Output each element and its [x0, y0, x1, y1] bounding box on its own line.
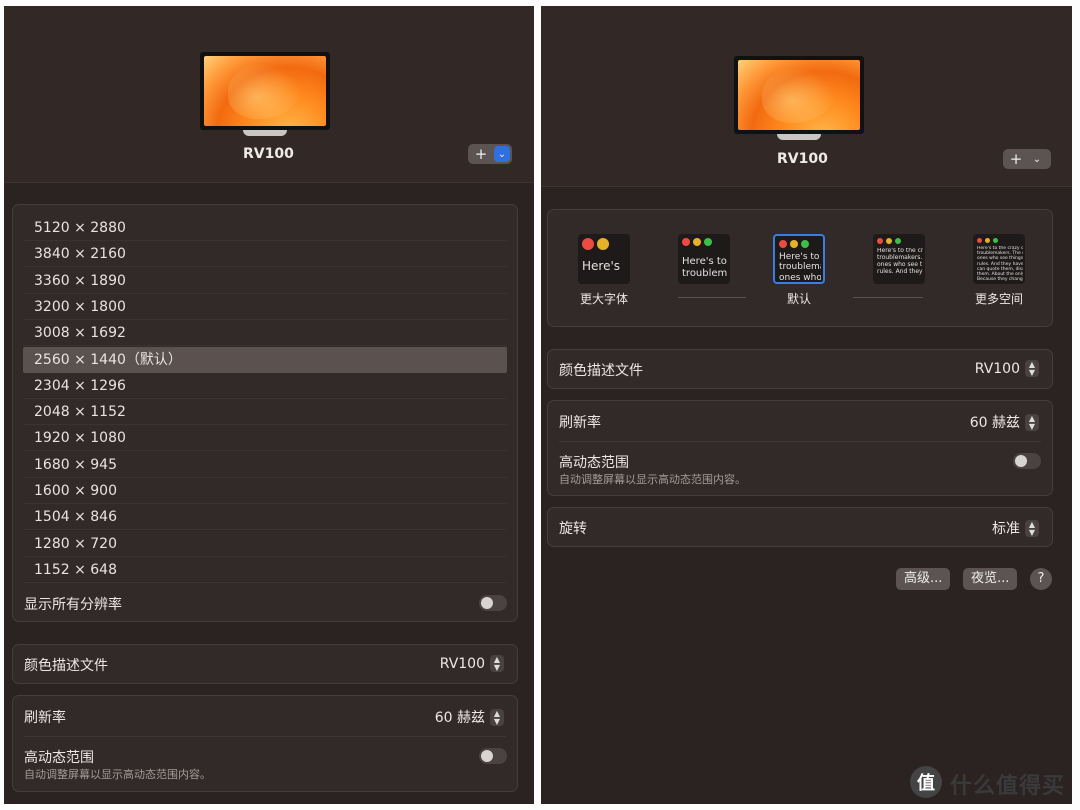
- hdr-toggle[interactable]: [1013, 453, 1041, 469]
- sample-text: Here's to troublem: [682, 256, 728, 279]
- color-profile-label: 颜色描述文件: [559, 363, 643, 379]
- resolution-option[interactable]: 3008 × 1692: [23, 320, 507, 347]
- right-display-settings-panel: RV100 + ⌄ Here's 更大字体 Here's to troublem He…: [541, 6, 1072, 804]
- up-down-chevron-icon: ▲ ▼: [490, 655, 504, 672]
- color-profile-select[interactable]: RV100 ▲ ▼: [975, 360, 1039, 377]
- hdr-description: 自动调整屏幕以显示高动态范围内容。: [24, 768, 211, 781]
- refresh-rate-select[interactable]: 60 赫兹 ▲ ▼: [435, 707, 504, 727]
- color-profile-value: RV100: [439, 655, 485, 672]
- window-controls-icon: [682, 238, 712, 246]
- color-profile-select[interactable]: RV100 ▲ ▼: [440, 655, 504, 672]
- window-controls-icon: [877, 238, 901, 244]
- scale-option[interactable]: Here's to the crazy one troublemakers. T…: [973, 234, 1025, 284]
- color-profile-row[interactable]: 颜色描述文件 RV100 ▲ ▼: [12, 644, 518, 684]
- scale-option-label: 默认: [786, 292, 811, 306]
- resolution-option[interactable]: 2304 × 1296: [23, 373, 507, 399]
- refresh-rate-value: 60 赫兹: [969, 415, 1020, 431]
- hdr-toggle[interactable]: [479, 748, 507, 764]
- display-name: RV100: [777, 151, 828, 167]
- scale-track: [853, 297, 923, 298]
- color-profile-row[interactable]: 颜色描述文件 RV100 ▲ ▼: [547, 349, 1053, 389]
- resolution-option[interactable]: 2048 × 1152: [23, 399, 507, 426]
- add-display-button[interactable]: + ⌄: [468, 144, 512, 164]
- resolution-option[interactable]: 3200 × 1800: [23, 294, 507, 320]
- monitor-stand: [777, 134, 821, 140]
- display-header: RV100 + ⌄: [541, 6, 1072, 187]
- resolution-option[interactable]: 1920 × 1080: [23, 425, 507, 452]
- refresh-hdr-card: 刷新率 60 赫兹 ▲ ▼ 高动态范围 自动调整屏幕以显示高动态范围内容。: [547, 400, 1053, 496]
- color-profile-value: RV100: [974, 360, 1020, 377]
- refresh-rate-label: 刷新率: [24, 710, 66, 726]
- up-down-chevron-icon: ▲ ▼: [1025, 360, 1039, 377]
- add-display-button[interactable]: + ⌄: [1003, 149, 1051, 169]
- scale-option[interactable]: Here's to t troublema ones who: [773, 234, 825, 284]
- up-down-chevron-icon: ▲ ▼: [490, 708, 504, 726]
- refresh-rate-select[interactable]: 60 赫兹 ▲ ▼: [970, 412, 1039, 432]
- up-down-chevron-icon: ▲ ▼: [1025, 413, 1039, 431]
- resolution-option[interactable]: 1680 × 945: [23, 452, 507, 478]
- display-name: RV100: [243, 146, 294, 162]
- resolution-option[interactable]: 1152 × 648: [23, 557, 507, 583]
- monitor-thumbnail[interactable]: [734, 56, 864, 134]
- scale-option[interactable]: Here's to the cr troublemakers. ones who…: [873, 234, 925, 284]
- night-shift-button[interactable]: 夜览...: [963, 568, 1018, 590]
- resolution-option[interactable]: 1600 × 900: [23, 478, 507, 504]
- resolution-option[interactable]: 3360 × 1890: [23, 268, 507, 294]
- divider: [559, 441, 1041, 442]
- sample-text: Here's: [582, 260, 621, 273]
- resolution-option[interactable]: 3840 × 2160: [23, 241, 507, 268]
- sample-text: Here's to t troublema ones who: [779, 252, 821, 283]
- resolution-option[interactable]: 1504 × 846: [23, 504, 507, 531]
- hdr-description: 自动调整屏幕以显示高动态范围内容。: [559, 473, 746, 486]
- advanced-button[interactable]: 高级...: [896, 568, 951, 590]
- scale-option-label: 更大字体: [579, 292, 628, 306]
- window-controls-icon: [582, 238, 609, 250]
- sample-text: Here's to the cr troublemakers. ones who…: [877, 248, 923, 275]
- scale-option-label: 更多空间: [974, 292, 1023, 306]
- scale-option[interactable]: Here's: [578, 234, 630, 284]
- show-all-resolutions-label: 显示所有分辨率: [24, 597, 122, 613]
- chevron-down-icon[interactable]: ⌄: [1029, 151, 1045, 167]
- window-controls-icon: [977, 238, 998, 243]
- plus-icon: +: [474, 145, 488, 163]
- help-button[interactable]: ?: [1030, 568, 1052, 590]
- window-controls-icon: [779, 240, 809, 248]
- sample-text: Here's to the crazy one troublemakers. T…: [977, 246, 1023, 283]
- hdr-label: 高动态范围: [24, 750, 94, 766]
- hdr-label: 高动态范围: [559, 455, 629, 471]
- scale-selector: Here's 更大字体 Here's to troublem Here's to t …: [547, 209, 1053, 327]
- rotation-row[interactable]: 旋转 标准 ▲ ▼: [547, 507, 1053, 547]
- rotation-value: 标准: [992, 521, 1020, 537]
- monitor-thumbnail[interactable]: [200, 52, 330, 130]
- display-header: RV100 + ⌄: [4, 6, 534, 183]
- divider: [24, 736, 506, 737]
- scale-option[interactable]: Here's to troublem: [678, 234, 730, 284]
- left-display-settings-panel: RV100 + ⌄ 5120 × 2880 3840 × 2160 3360 × 1…: [4, 6, 534, 804]
- refresh-rate-label: 刷新率: [559, 415, 601, 431]
- resolution-option[interactable]: 1280 × 720: [23, 531, 507, 557]
- resolution-option[interactable]: 5120 × 2880: [23, 215, 507, 241]
- resolution-list: 5120 × 2880 3840 × 2160 3360 × 1890 3200 × …: [12, 204, 518, 622]
- refresh-rate-value: 60 赫兹: [434, 710, 485, 726]
- rotation-select[interactable]: 标准 ▲ ▼: [992, 518, 1039, 538]
- show-all-resolutions-toggle[interactable]: [479, 595, 507, 611]
- scale-track: [678, 297, 746, 298]
- chevron-down-icon[interactable]: ⌄: [494, 146, 510, 162]
- plus-icon: +: [1009, 150, 1023, 168]
- refresh-hdr-card: 刷新率 60 赫兹 ▲ ▼ 高动态范围 自动调整屏幕以显示高动态范围内容。: [12, 695, 518, 792]
- color-profile-label: 颜色描述文件: [24, 658, 108, 674]
- monitor-stand: [243, 130, 287, 136]
- watermark-text: 什么值得买: [950, 774, 1066, 799]
- watermark-logo-icon: 值: [910, 766, 942, 798]
- resolution-option[interactable]: 2560 × 1440（默认）: [23, 346, 507, 373]
- up-down-chevron-icon: ▲ ▼: [1025, 519, 1039, 537]
- rotation-label: 旋转: [559, 521, 587, 537]
